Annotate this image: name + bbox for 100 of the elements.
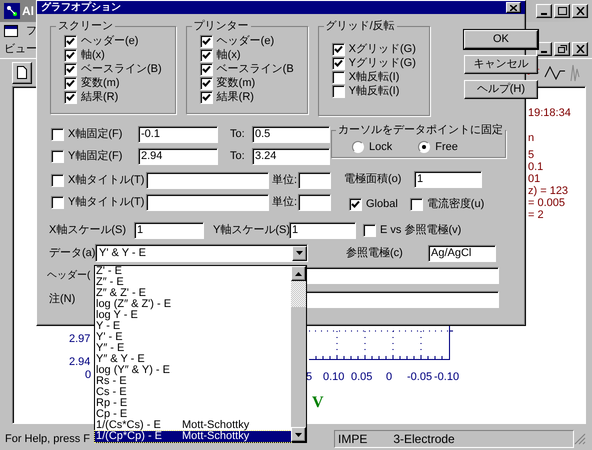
checkbox[interactable] [332, 70, 345, 84]
checkbox[interactable] [64, 90, 77, 104]
result-text: = 2 [528, 208, 544, 223]
document-menu-icon[interactable] [4, 25, 18, 37]
dropdown-option[interactable]: Y″ & Y - E [95, 354, 291, 365]
resize-grip-icon[interactable] [574, 433, 586, 445]
input-field[interactable]: 1 [289, 222, 356, 238]
checkbox[interactable] [51, 128, 64, 141]
checkbox[interactable] [349, 198, 362, 211]
checkbox-label: E vs 参照電極(v) [380, 222, 462, 238]
new-document-icon[interactable] [12, 62, 32, 84]
input-field[interactable]: 1 [414, 171, 482, 188]
restore-icon[interactable] [554, 42, 570, 56]
result-text: 01 [528, 172, 540, 186]
input-field[interactable] [146, 172, 269, 189]
dropdown-option[interactable]: 1/(Cp*Cp) - E Mott-Schottky [95, 431, 291, 442]
y-axis-label: 2.94 [69, 355, 90, 370]
data-dropdown[interactable]: Y' & Y - E [95, 244, 308, 262]
dropdown-option[interactable]: log (Y″ & Y) - E [95, 365, 291, 376]
close-icon[interactable] [572, 4, 588, 18]
checkbox[interactable] [332, 56, 345, 70]
minimize-icon[interactable] [536, 4, 552, 18]
dropdown-option[interactable]: Y' - E [95, 332, 291, 343]
field-label: To: [230, 127, 246, 142]
scroll-up-icon[interactable] [291, 266, 306, 281]
checkbox-label: ベースライン(B [216, 62, 294, 76]
checkbox-label: ヘッダー(e) [81, 34, 138, 48]
result-text: z) = 123 [528, 184, 568, 198]
checkbox-label: 結果(R) [216, 90, 254, 104]
checkbox[interactable] [200, 48, 213, 62]
dropdown-option[interactable]: 1/(Cs*Cs) - E Mott-Schottky [95, 420, 291, 431]
checkbox[interactable] [200, 90, 213, 104]
field-label: ヘッダー( [47, 268, 90, 282]
y-axis-label: 2.97 [69, 332, 90, 347]
status-text: IMPE [338, 431, 368, 448]
close-icon[interactable] [506, 2, 521, 13]
radio-button[interactable] [352, 140, 364, 153]
time-label: 19:18:34 [528, 106, 571, 121]
field-label: 単位: [272, 195, 298, 210]
input-field[interactable]: -0.1 [138, 126, 218, 143]
dropdown-option[interactable]: Rs - E [95, 376, 291, 387]
group-title: グリッド/反転 [324, 19, 396, 34]
maximize-icon[interactable] [554, 4, 570, 18]
checkbox[interactable] [410, 198, 423, 211]
input-field[interactable] [146, 194, 269, 211]
radio-label: Free [435, 140, 458, 154]
dialog-button[interactable]: キャンセル [464, 55, 538, 74]
x-unit-label: V [312, 393, 324, 413]
checkbox-label: 結果(R) [81, 90, 118, 104]
input-field[interactable] [298, 194, 331, 211]
input-field[interactable]: 1 [134, 222, 204, 238]
input-field[interactable]: 3.24 [252, 148, 330, 165]
menu-item[interactable]: フ [26, 22, 37, 40]
dropdown-option[interactable]: Cp - E [95, 409, 291, 420]
input-field[interactable] [298, 172, 331, 189]
dropdown-option[interactable]: log Y - E [95, 310, 291, 321]
radio-label: Lock [369, 140, 392, 154]
checkbox[interactable] [363, 224, 376, 236]
checkbox[interactable] [64, 34, 77, 48]
checkbox[interactable] [51, 150, 64, 163]
checkbox-label: 電流密度(u) [426, 196, 484, 212]
checkbox[interactable] [64, 48, 77, 62]
group-title: スクリーン [57, 19, 114, 34]
field-label: To: [230, 149, 246, 164]
checkbox-label: 変数(m) [216, 76, 256, 90]
scroll-down-icon[interactable] [291, 427, 306, 442]
input-field[interactable]: Ag/AgCl [428, 244, 496, 262]
checkbox-label: Yグリッド(G) [348, 56, 416, 70]
checkbox[interactable] [200, 34, 213, 48]
close-icon[interactable] [572, 42, 588, 56]
x-axis-label: -0.05 [407, 370, 432, 385]
input-field[interactable]: 0.5 [252, 126, 330, 143]
checkbox[interactable] [64, 62, 77, 76]
dropdown-option[interactable]: log (Z″ & Z') - E [95, 299, 291, 310]
checkbox[interactable] [200, 62, 213, 76]
dropdown-option[interactable]: Y - E [95, 321, 291, 332]
status-help-text: For Help, press F [5, 432, 90, 447]
scrollbar[interactable] [291, 266, 306, 442]
radio-button[interactable] [418, 140, 430, 153]
dialog-button[interactable]: ヘルプ(H) [464, 80, 538, 99]
result-text: n [528, 131, 534, 146]
field-label: 単位: [272, 173, 298, 188]
dropdown-option[interactable]: Z' - E [95, 266, 291, 277]
checkbox[interactable] [51, 196, 64, 209]
dropdown-option[interactable]: Z″ & Z' - E [95, 288, 291, 299]
checkbox[interactable] [64, 76, 77, 90]
checkbox-label: 軸(x) [81, 48, 105, 62]
dialog-title: グラフオプション [41, 2, 121, 13]
checkbox[interactable] [332, 84, 345, 98]
dropdown-option[interactable]: Y″ - E [95, 343, 291, 354]
input-field[interactable]: 2.94 [138, 148, 218, 165]
dropdown-option[interactable]: Z″ - E [95, 277, 291, 288]
x-axis-label: -0.10 [434, 370, 460, 385]
dropdown-option[interactable]: Cs - E [95, 387, 291, 398]
checkbox[interactable] [332, 42, 345, 56]
dialog-button[interactable]: OK [464, 30, 538, 49]
menu-item[interactable]: ビュー [4, 40, 37, 58]
checkbox[interactable] [51, 174, 64, 187]
checkbox[interactable] [200, 76, 213, 90]
dropdown-option[interactable]: Rp - E [95, 398, 291, 409]
